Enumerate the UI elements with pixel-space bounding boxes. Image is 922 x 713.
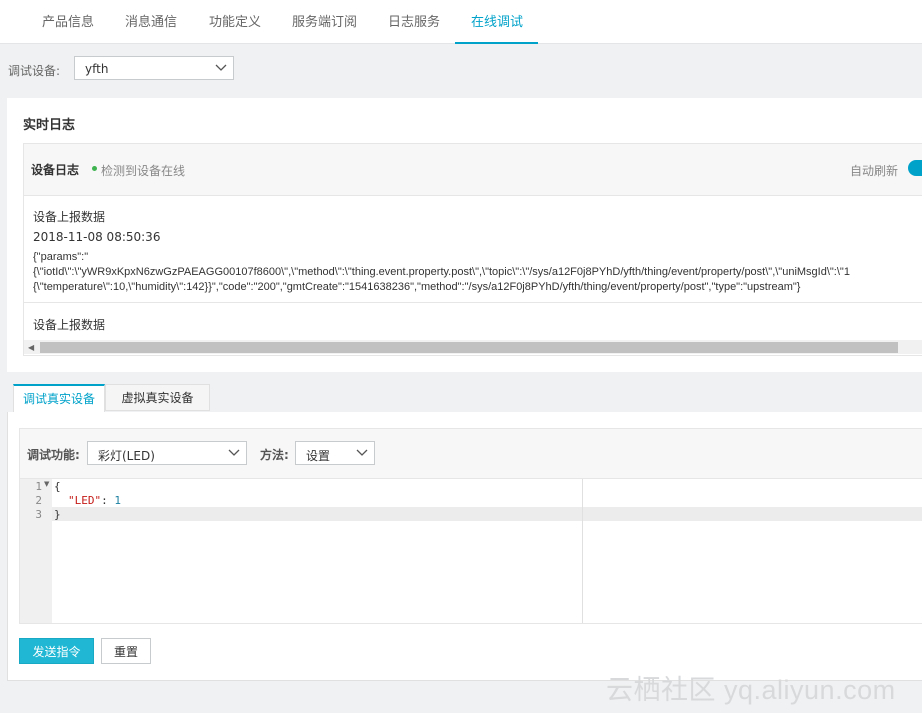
- payload-line: {\"iotId\":\"yWR9xKpxN6zwGzPAEAGG00107f8…: [33, 266, 850, 278]
- realtime-log-panel: 实时日志 设备日志 检测到设备在线 自动刷新 设备上报数据 2018-11-08…: [7, 98, 922, 372]
- line-number: 3: [35, 508, 42, 521]
- device-log-box: 设备日志 检测到设备在线 自动刷新 设备上报数据 2018-11-08 08:5…: [23, 143, 922, 356]
- method-label: 方法:: [260, 448, 289, 462]
- line-number: 2: [35, 494, 42, 507]
- chevron-down-icon: [228, 449, 240, 456]
- device-select-value: yfth: [85, 62, 109, 76]
- device-select[interactable]: yfth: [74, 56, 234, 80]
- device-log-header: 设备日志 检测到设备在线 自动刷新: [24, 144, 922, 196]
- method-select-value: 设置: [306, 449, 331, 463]
- device-online-status: 检测到设备在线: [101, 164, 186, 178]
- active-tab-indicator: [455, 42, 538, 44]
- code-separator: :: [101, 494, 115, 507]
- send-command-button[interactable]: 发送指令: [19, 638, 94, 664]
- function-row: 调试功能: 彩灯(LED) 方法: 设置: [19, 428, 922, 479]
- line-number: 1: [35, 480, 42, 493]
- log-entry-title: 设备上报数据: [33, 318, 106, 332]
- function-select[interactable]: 彩灯(LED): [87, 441, 247, 465]
- scroll-left-icon[interactable]: ◀: [28, 343, 34, 352]
- log-entry-title: 设备上报数据: [33, 210, 106, 224]
- log-entry-time: 2018-11-08 08:50:36: [33, 230, 161, 244]
- tab-product-info[interactable]: 产品信息: [42, 0, 94, 43]
- tab-virtual-device[interactable]: 虚拟真实设备: [105, 384, 210, 411]
- watermark: 云栖社区 yq.aliyun.com: [606, 675, 896, 705]
- tab-debug-real-device[interactable]: 调试真实设备: [13, 384, 105, 413]
- tab-server-subscription[interactable]: 服务端订阅: [292, 0, 357, 43]
- debug-mode-tabs: 调试真实设备 虚拟真实设备: [7, 384, 922, 413]
- scrollbar-thumb[interactable]: [40, 342, 898, 353]
- json-code-editor[interactable]: 1 ▼ 2 3 { "LED": 1 }: [19, 479, 922, 624]
- code-line: }: [54, 508, 61, 521]
- chevron-down-icon: [356, 449, 368, 456]
- code-key: "LED": [68, 494, 102, 507]
- editor-print-margin: [582, 479, 583, 623]
- function-label: 调试功能:: [27, 448, 80, 462]
- reset-button[interactable]: 重置: [101, 638, 151, 664]
- log-horizontal-scrollbar[interactable]: ◀: [24, 340, 922, 354]
- function-select-value: 彩灯(LED): [98, 449, 155, 463]
- code-line: "LED": 1: [68, 494, 121, 507]
- code-line: {: [54, 480, 61, 493]
- auto-refresh-toggle[interactable]: [908, 160, 922, 176]
- fold-arrow-icon[interactable]: ▼: [44, 480, 49, 488]
- active-line-highlight: [20, 507, 922, 521]
- realtime-log-title: 实时日志: [23, 118, 76, 133]
- code-value: 1: [114, 494, 121, 507]
- online-status-dot: [92, 166, 97, 171]
- tab-online-debug[interactable]: 在线调试: [471, 0, 523, 43]
- device-label: 调试设备:: [8, 64, 61, 78]
- product-tab-bar: 产品信息 消息通信 功能定义 服务端订阅 日志服务 在线调试: [0, 0, 922, 44]
- auto-refresh-label: 自动刷新: [850, 164, 899, 178]
- payload-line: {\"temperature\":10,\"humidity\":142}}",…: [33, 281, 801, 293]
- tab-function-definition[interactable]: 功能定义: [209, 0, 261, 43]
- log-divider: [24, 302, 922, 303]
- payload-line: {"params":": [33, 251, 89, 263]
- log-entry-payload: {"params":" {\"iotId\":\"yWR9xKpxN6zwGzPA…: [33, 250, 850, 295]
- tab-messaging[interactable]: 消息通信: [125, 0, 177, 43]
- chevron-down-icon: [215, 64, 227, 71]
- method-select[interactable]: 设置: [295, 441, 375, 465]
- debug-panel: 调试功能: 彩灯(LED) 方法: 设置 1 ▼ 2 3 { "LED": 1 …: [7, 412, 922, 681]
- editor-gutter: 1 ▼ 2 3: [20, 479, 52, 623]
- device-log-title: 设备日志: [31, 163, 80, 177]
- tab-log-service[interactable]: 日志服务: [388, 0, 440, 43]
